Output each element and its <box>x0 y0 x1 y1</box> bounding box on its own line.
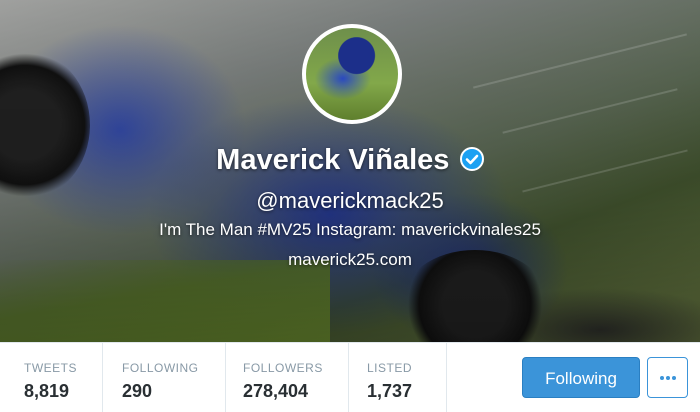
verified-badge-icon <box>459 146 484 171</box>
more-dots-icon[interactable] <box>647 357 688 398</box>
stat-label: LISTED <box>367 361 413 375</box>
dot <box>671 376 676 380</box>
following-button[interactable]: Following <box>522 357 640 398</box>
stat-divider <box>446 343 447 412</box>
stat-followers[interactable]: FOLLOWERS 278,404 <box>243 343 323 412</box>
profile-handle: @maverickmack25 <box>256 188 444 213</box>
stat-divider <box>102 343 103 412</box>
profile-name-row: Maverick Viñales <box>0 144 700 177</box>
stat-divider <box>225 343 226 412</box>
stat-label: TWEETS <box>24 361 77 375</box>
profile-name[interactable]: Maverick Viñales <box>216 144 449 176</box>
stat-value: 8,819 <box>24 381 70 401</box>
stat-value: 278,404 <box>243 381 309 401</box>
stat-value: 290 <box>122 381 153 401</box>
profile-url-link[interactable]: maverick25.com <box>0 250 700 270</box>
profile-avatar[interactable] <box>302 24 402 124</box>
stat-divider <box>348 343 349 412</box>
profile-bio: I'm The Man #MV25 Instagram: maverickvin… <box>159 220 541 239</box>
stat-label: FOLLOWERS <box>243 361 323 375</box>
stat-following[interactable]: FOLLOWING 290 <box>122 343 199 412</box>
dot <box>665 376 670 380</box>
stat-value: 1,737 <box>367 381 413 401</box>
stat-label: FOLLOWING <box>122 361 199 375</box>
stat-listed[interactable]: LISTED 1,737 <box>367 343 412 412</box>
dot <box>659 376 664 380</box>
stat-tweets[interactable]: TWEETS 8,819 <box>24 343 77 412</box>
